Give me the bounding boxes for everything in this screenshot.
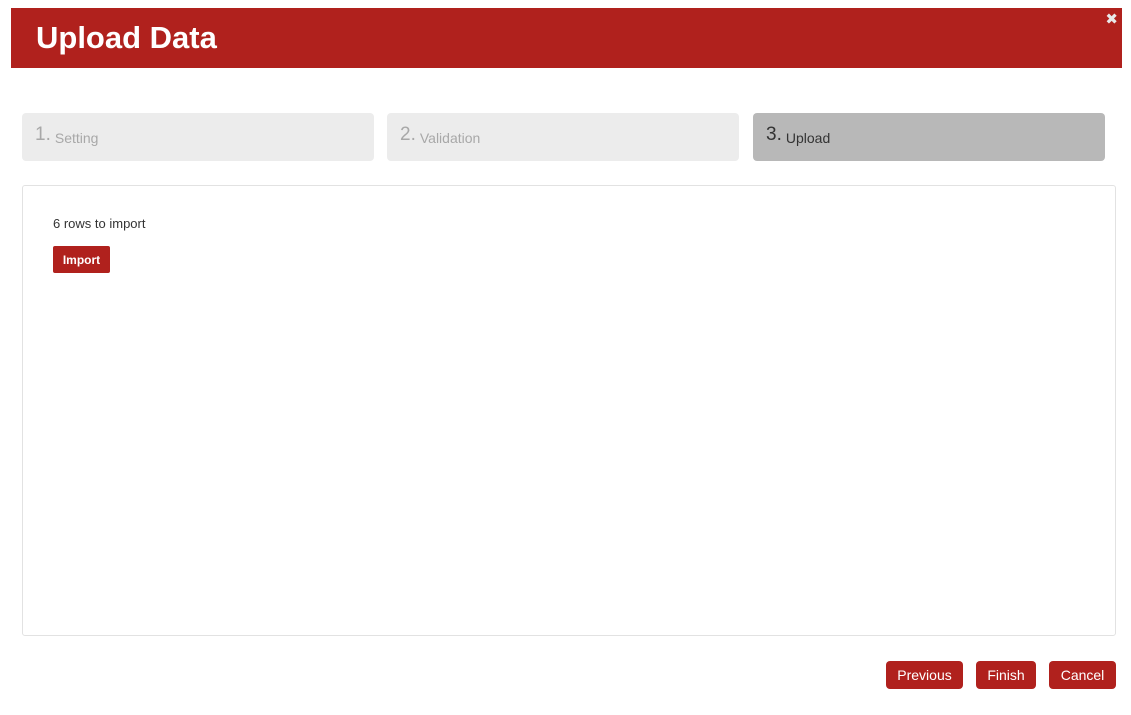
rows-to-import-text: 6 rows to import [53,216,146,231]
step-setting[interactable]: 1. Setting [22,113,374,161]
finish-button[interactable]: Finish [976,661,1036,689]
step-number: 1. [35,124,51,145]
upload-data-dialog: Upload Data ✖ 1. Setting 2. Validation 3… [0,0,1131,715]
step-label: Upload [785,130,831,146]
step-upload[interactable]: 3. Upload [753,113,1105,161]
dialog-header: Upload Data ✖ [11,8,1122,68]
upload-panel: 6 rows to import Import [22,185,1116,636]
step-number: 2. [400,124,416,145]
previous-button[interactable]: Previous [886,661,963,689]
step-label: Validation [419,130,481,146]
dialog-title: Upload Data [36,20,217,55]
import-button[interactable]: Import [53,246,110,273]
wizard-steps: 1. Setting 2. Validation 3. Upload [22,113,1105,161]
step-validation[interactable]: 2. Validation [387,113,739,161]
step-number: 3. [766,124,782,145]
step-label: Setting [54,130,99,146]
close-icon[interactable]: ✖ [1105,11,1118,27]
cancel-button[interactable]: Cancel [1049,661,1116,689]
